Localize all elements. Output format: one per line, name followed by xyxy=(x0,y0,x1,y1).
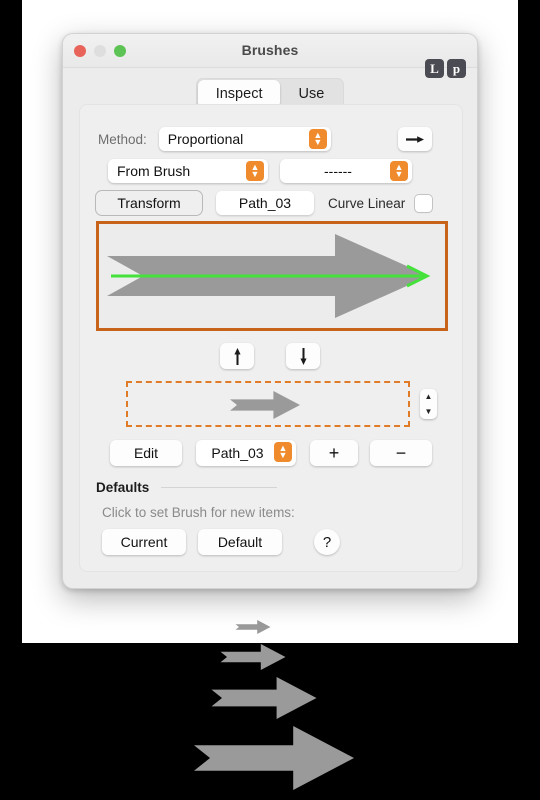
defaults-divider xyxy=(161,487,278,488)
brush-slot-selected[interactable] xyxy=(126,381,410,427)
defaults-hint: Click to set Brush for new items: xyxy=(102,505,295,520)
logo-p-icon[interactable]: p xyxy=(447,59,466,78)
chevron-updown-icon: ▲ ▼ xyxy=(274,442,292,462)
move-up-button[interactable] xyxy=(220,343,254,369)
set-default-button[interactable]: Default xyxy=(198,529,282,555)
target-dropdown[interactable]: ------ ▲ ▼ xyxy=(280,159,412,183)
up-arrow-icon xyxy=(233,347,241,365)
defaults-header: Defaults xyxy=(96,480,356,495)
move-down-button[interactable] xyxy=(286,343,320,369)
path-name-field[interactable]: Path_03 xyxy=(216,191,314,215)
set-current-button[interactable]: Current xyxy=(102,529,186,555)
add-brush-button[interactable]: + xyxy=(310,440,358,466)
stepper-down-icon[interactable]: ▼ xyxy=(425,407,433,416)
down-arrow-icon xyxy=(299,347,307,365)
help-button[interactable]: ? xyxy=(314,529,340,555)
slot-stepper[interactable]: ▲ ▼ xyxy=(420,389,437,419)
brush-path-value: Path_03 xyxy=(211,445,264,461)
chevron-updown-icon: ▲ ▼ xyxy=(308,129,327,149)
slot-arrow-icon xyxy=(230,391,300,419)
method-dropdown[interactable]: Proportional ▲ ▼ xyxy=(158,127,331,151)
chevron-updown-icon: ▲ ▼ xyxy=(390,161,408,181)
preview-arrow xyxy=(107,234,431,318)
canvas-arrow-medium[interactable] xyxy=(180,677,348,719)
inspect-panel: Method: Proportional ▲ ▼ From Brush ▲ ▼ -- xyxy=(79,104,463,572)
logo-l-icon[interactable]: L xyxy=(425,59,444,78)
from-brush-value: From Brush xyxy=(117,163,191,179)
source-row: From Brush ▲ ▼ ------ ▲ ▼ xyxy=(108,159,412,183)
right-arrow-icon xyxy=(406,135,424,143)
method-label: Method: xyxy=(98,131,147,147)
method-row: Method: Proportional ▲ ▼ xyxy=(98,127,331,151)
transform-row: Transform Path_03 Curve Linear xyxy=(96,191,433,215)
target-value: ------ xyxy=(324,163,352,179)
canvas-arrow-large[interactable] xyxy=(146,726,402,790)
from-brush-dropdown[interactable]: From Brush ▲ ▼ xyxy=(108,159,268,183)
canvas-arrow-tiny[interactable] xyxy=(234,620,272,634)
canvas-arrow-small[interactable] xyxy=(212,644,294,670)
chevron-updown-icon: ▲ ▼ xyxy=(246,161,264,181)
curve-linear-checkbox[interactable] xyxy=(415,194,433,212)
defaults-title: Defaults xyxy=(96,480,150,495)
screen: Brushes L p Inspect Use Method: Proporti… xyxy=(0,0,540,800)
defaults-buttons: Current Default ? xyxy=(102,529,340,555)
remove-brush-button[interactable]: − xyxy=(370,440,432,466)
brush-path-dropdown[interactable]: Path_03 ▲ ▼ xyxy=(196,440,296,466)
edit-row: Edit Path_03 ▲ ▼ + − xyxy=(110,440,432,466)
transform-button[interactable]: Transform xyxy=(96,191,202,215)
brushes-window: Brushes L p Inspect Use Method: Proporti… xyxy=(62,33,478,589)
window-title: Brushes xyxy=(241,42,299,58)
brush-preview[interactable] xyxy=(96,221,448,331)
title-bar[interactable]: Brushes xyxy=(63,34,477,68)
stepper-up-icon[interactable]: ▲ xyxy=(425,392,433,401)
method-value: Proportional xyxy=(167,131,244,147)
edit-button[interactable]: Edit xyxy=(110,440,182,466)
apply-arrow-button[interactable] xyxy=(398,127,432,151)
curve-linear-label: Curve Linear xyxy=(328,195,406,211)
badge-group: L p xyxy=(425,59,466,78)
